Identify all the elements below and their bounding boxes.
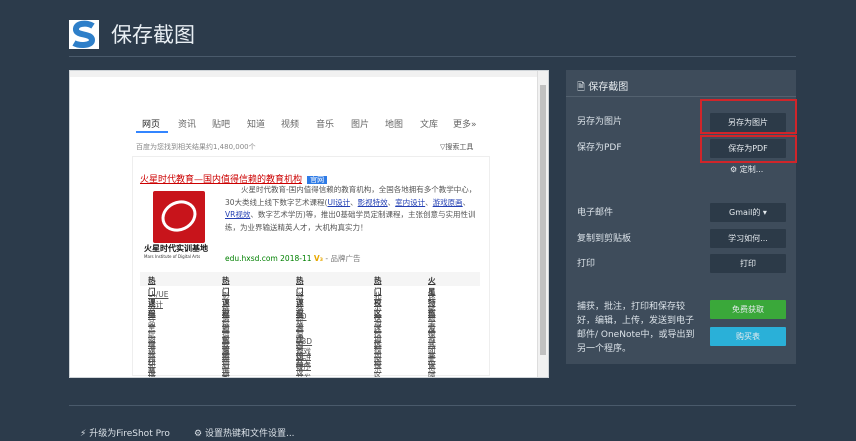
fireshot-logo <box>69 20 99 49</box>
gear-icon: ⚙ <box>730 165 738 174</box>
label-email: 电子邮件 <box>577 208 614 218</box>
link-ui[interactable]: UI设计 <box>327 198 350 207</box>
promo-text: 捕获，批注，打印和保存较好，编辑，上传，发送到电子邮件/ OneNote中，或导… <box>577 302 695 354</box>
scrollbar[interactable] <box>537 71 548 377</box>
link-vfx[interactable]: 影视特效 <box>358 198 388 207</box>
panel-header: 🗎 保存截图 <box>577 78 628 97</box>
panel-divider <box>566 96 796 97</box>
tab-more: 更多» <box>453 120 477 130</box>
table-cell[interactable]: 学员成果 <box>428 352 436 377</box>
brand-en: Mars Institute of Digital Arts <box>144 254 201 259</box>
table-cell[interactable]: 商业插画师 <box>148 352 156 377</box>
label-save-image: 另存为图片 <box>577 117 623 127</box>
tab-music: 音乐 <box>316 120 335 130</box>
get-free-button[interactable]: 免费获取 <box>710 300 786 319</box>
lightning-icon: ⚡ <box>80 429 87 439</box>
tab-map: 地图 <box>385 120 404 130</box>
divider <box>69 56 796 57</box>
label-save-pdf: 保存为PDF <box>577 143 622 153</box>
ad-url: edu.hxsd.com 2018-11 <box>225 254 312 263</box>
customize-label: 定制... <box>739 165 764 174</box>
upgrade-link[interactable]: ⚡ 升级为FireShot Pro <box>80 426 170 439</box>
official-badge: 官网 <box>307 176 328 184</box>
gear-icon: ⚙ <box>194 429 203 439</box>
save-panel: 🗎 保存截图 另存为图片 另存为图片 保存为PDF 保存为PDF ⚙ 定制...… <box>566 70 797 364</box>
link-game-art[interactable]: 游戏原画 <box>433 198 463 207</box>
active-tab-indicator <box>136 131 168 133</box>
settings-label: 设置热键和文件设置... <box>204 429 295 439</box>
save-pdf-button[interactable]: 保存为PDF <box>710 139 786 158</box>
label-clipboard: 复制到剪贴板 <box>577 234 632 244</box>
brand-ring <box>156 194 202 238</box>
table-cell[interactable]: UE4程序开发 <box>296 352 311 377</box>
ad-label: - 品牌广告 <box>325 254 361 263</box>
footer-divider <box>69 405 796 406</box>
customize-link[interactable]: ⚙ 定制... <box>730 164 763 175</box>
link-interior[interactable]: 室内设计 <box>395 198 425 207</box>
label-print: 打印 <box>577 259 596 269</box>
learn-how-button[interactable]: 学习如何... <box>710 229 786 248</box>
brand-logo <box>153 191 205 243</box>
panel-title: 保存截图 <box>588 82 629 93</box>
document-icon: 🗎 <box>577 82 586 93</box>
table-cell[interactable]: 南京校区 <box>374 352 382 377</box>
ad-desc-2: 数字艺术学历)等，推出0基础学员定制课程，主张创意与实用性训练，为业界输送精英人… <box>225 210 476 232</box>
screenshot-preview: 网页 资讯 贴吧 知道 视频 音乐 图片 地图 文库 更多» 百度为您找到相关结… <box>69 70 549 378</box>
scrollbar-thumb[interactable] <box>540 85 546 355</box>
tab-video: 视频 <box>281 120 300 130</box>
settings-link[interactable]: ⚙ 设置热键和文件设置... <box>194 426 295 439</box>
brand-name: 火星时代实训基地 <box>144 244 208 253</box>
tab-web: 网页 <box>142 120 161 130</box>
page-title: 保存截图 <box>111 23 195 47</box>
v-badge: V₃ <box>313 254 323 263</box>
ad-url-row: edu.hxsd.com 2018-11 V₃ - 品牌广告 <box>225 253 360 264</box>
ad-description: 火星时代教育-国内值得信赖的教育机构，全国各地拥有多个教学中心，30大类线上线下… <box>225 185 477 232</box>
tab-zhidao: 知道 <box>247 120 266 130</box>
search-tools: ▽搜索工具 <box>440 143 474 151</box>
link-vr[interactable]: VR视效 <box>225 210 250 219</box>
upgrade-label: 升级为FireShot Pro <box>89 429 170 439</box>
tab-tieba: 贴吧 <box>212 120 231 130</box>
table-cell[interactable]: 影视角色动画 <box>222 352 230 377</box>
print-button[interactable]: 打印 <box>710 254 786 273</box>
result-count: 百度为您找到相关结果约1,480,000个 <box>136 143 256 151</box>
tab-wenku: 文库 <box>420 120 439 130</box>
tab-news: 资讯 <box>178 120 197 130</box>
preview-top-strip <box>70 71 538 77</box>
tab-images: 图片 <box>351 120 370 130</box>
buy-button[interactable]: 购买表 <box>710 327 786 346</box>
save-image-button[interactable]: 另存为图片 <box>710 113 786 132</box>
gmail-dropdown-button[interactable]: Gmail的 ▾ <box>710 203 786 222</box>
